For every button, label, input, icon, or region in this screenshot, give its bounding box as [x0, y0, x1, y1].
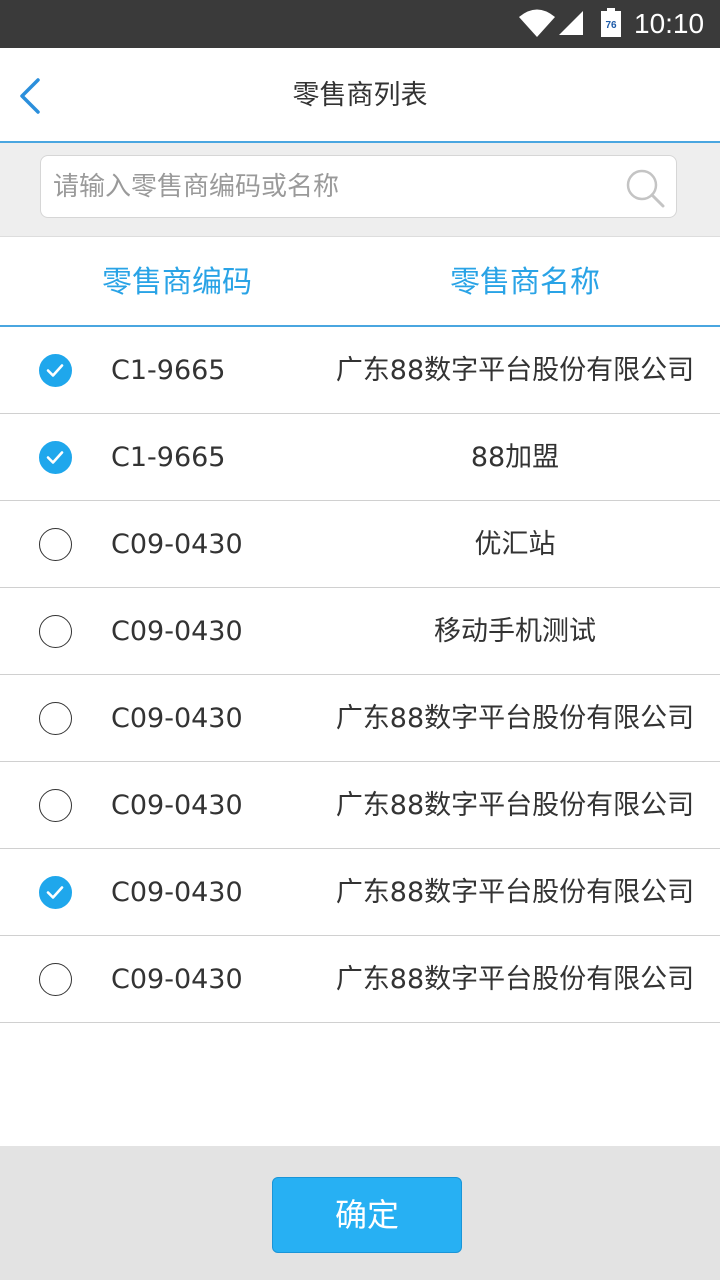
header-retailer-code: 零售商编码 — [102, 265, 252, 300]
retailer-list: C1-9665 广东88数字平台股份有限公司 C1-9665 88加盟 C09-0430… — [0, 327, 720, 1023]
retailer-name: 优汇站 — [474, 529, 556, 560]
table-row[interactable]: C1-9665 广东88数字平台股份有限公司 — [0, 327, 720, 414]
table-header: 零售商编码 零售商名称 — [0, 238, 720, 327]
status-time: 10:10 — [634, 8, 705, 39]
retailer-code: C1-9665 — [111, 442, 226, 473]
table-row[interactable]: C09-0430 广东88数字平台股份有限公司 — [0, 849, 720, 936]
wifi-icon — [519, 9, 555, 37]
unchecked-circle-icon[interactable] — [39, 963, 72, 996]
table-row[interactable]: C09-0430 广东88数字平台股份有限公司 — [0, 936, 720, 1023]
table-row[interactable]: C09-0430 广东88数字平台股份有限公司 — [0, 762, 720, 849]
status-bar: 76 10:10 — [0, 0, 720, 48]
checked-circle-icon[interactable] — [39, 876, 72, 909]
table-row[interactable]: C09-0430 优汇站 — [0, 501, 720, 588]
retailer-code: C09-0430 — [111, 877, 243, 908]
search-box — [40, 155, 677, 218]
signal-icon — [559, 11, 583, 35]
unchecked-circle-icon[interactable] — [39, 702, 72, 735]
battery-level: 76 — [605, 20, 617, 31]
unchecked-circle-icon[interactable] — [39, 789, 72, 822]
retailer-code: C09-0430 — [111, 790, 243, 821]
search-icon[interactable] — [625, 168, 665, 208]
footer-bar: 确定 — [0, 1146, 720, 1280]
checked-circle-icon[interactable] — [39, 354, 72, 387]
page-title: 零售商列表 — [292, 80, 428, 111]
table-row[interactable]: C09-0430 移动手机测试 — [0, 588, 720, 675]
retailer-code: C1-9665 — [111, 355, 226, 386]
retailer-name: 广东88数字平台股份有限公司 — [335, 355, 695, 386]
confirm-button[interactable]: 确定 — [272, 1177, 462, 1253]
search-area — [0, 143, 720, 237]
unchecked-circle-icon[interactable] — [39, 528, 72, 561]
unchecked-circle-icon[interactable] — [39, 615, 72, 648]
retailer-code: C09-0430 — [111, 529, 243, 560]
checked-circle-icon[interactable] — [39, 441, 72, 474]
retailer-name: 广东88数字平台股份有限公司 — [335, 703, 695, 734]
nav-bar: 零售商列表 — [0, 48, 720, 143]
battery-icon: 76 — [600, 8, 622, 38]
retailer-name: 移动手机测试 — [434, 616, 596, 647]
retailer-code: C09-0430 — [111, 964, 243, 995]
table-row[interactable]: C1-9665 88加盟 — [0, 414, 720, 501]
retailer-name: 广东88数字平台股份有限公司 — [335, 877, 695, 908]
retailer-name: 88加盟 — [470, 442, 560, 473]
search-input[interactable] — [53, 156, 613, 217]
retailer-code: C09-0430 — [111, 616, 243, 647]
header-retailer-name: 零售商名称 — [450, 265, 600, 300]
table-row[interactable]: C09-0430 广东88数字平台股份有限公司 — [0, 675, 720, 762]
retailer-name: 广东88数字平台股份有限公司 — [335, 964, 695, 995]
retailer-name: 广东88数字平台股份有限公司 — [335, 790, 695, 821]
retailer-code: C09-0430 — [111, 703, 243, 734]
